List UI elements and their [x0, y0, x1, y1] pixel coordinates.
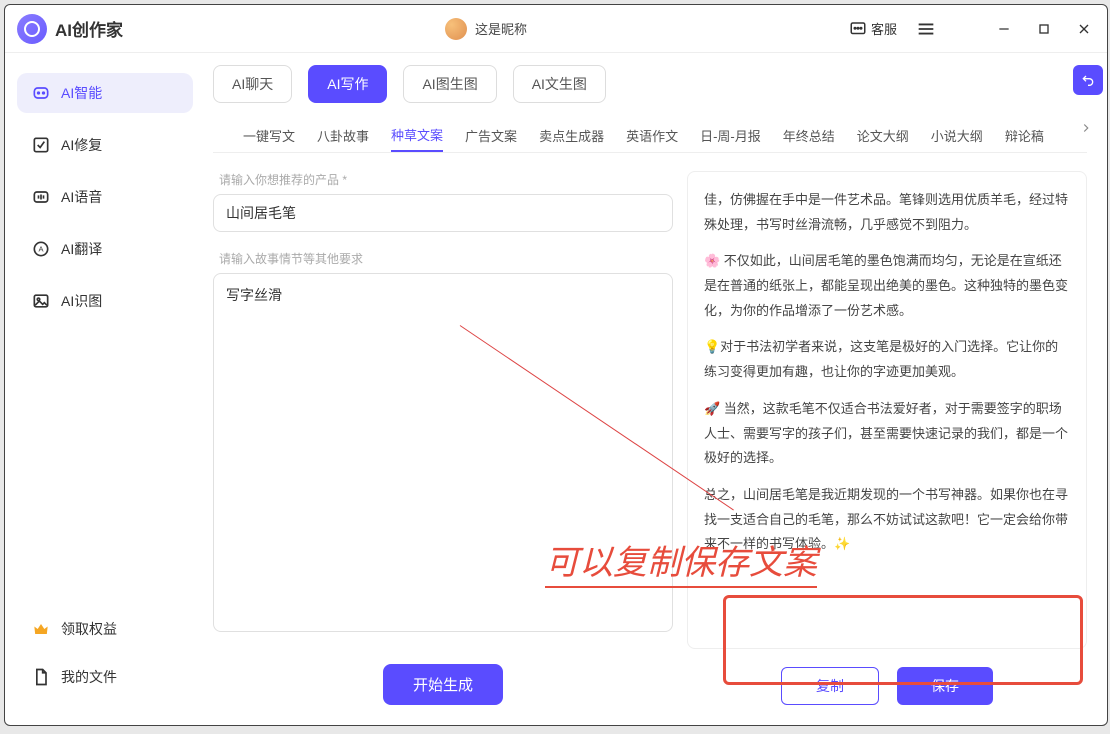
support-button[interactable]: 客服 [849, 19, 897, 38]
subtab-ad[interactable]: 广告文案 [465, 120, 517, 151]
translate-icon: A [31, 239, 51, 259]
output-paragraph: 🌸 不仅如此，山间居毛笔的墨色饱满而均匀，无论是在宣纸还是在普通的纸张上，都能呈… [704, 249, 1070, 323]
sidebar-item-label: 我的文件 [61, 667, 117, 687]
tab-ai-txt2img[interactable]: AI文生图 [513, 65, 606, 103]
sidebar-item-label: 领取权益 [61, 619, 117, 639]
sidebar-item-label: AI语音 [61, 187, 102, 207]
sidebar-item-label: AI智能 [61, 83, 102, 103]
copy-button[interactable]: 复制 [781, 667, 879, 705]
form-pane: 请输入你想推荐的产品 * 请输入故事情节等其他要求 开始生成 [213, 171, 673, 705]
product-label: 请输入你想推荐的产品 * [219, 171, 673, 188]
titlebar: AI创作家 这是昵称 客服 [5, 5, 1107, 53]
generate-button[interactable]: 开始生成 [383, 664, 503, 705]
support-label: 客服 [871, 19, 897, 38]
subtab-novel[interactable]: 小说大纲 [931, 120, 983, 151]
sidebar-item-ai-image-recognition[interactable]: AI识图 [17, 281, 193, 321]
window: AI创作家 这是昵称 客服 [4, 4, 1108, 726]
crown-icon [31, 619, 51, 639]
svg-text:A: A [38, 245, 43, 254]
subtab-selling[interactable]: 卖点生成器 [539, 120, 604, 151]
avatar[interactable] [445, 18, 467, 40]
main-tabs: AI聊天 AI写作 AI图生图 AI文生图 [213, 65, 1087, 103]
subtab-yearend[interactable]: 年终总结 [783, 120, 835, 151]
sidebar-item-label: AI修复 [61, 135, 102, 155]
subtab-thesis[interactable]: 论文大纲 [857, 120, 909, 151]
nickname: 这是昵称 [475, 19, 527, 38]
output-paragraph: 🚀 当然，这款毛笔不仅适合书法爱好者，对于需要签字的职场人士、需要写字的孩子们，… [704, 397, 1070, 471]
details-label: 请输入故事情节等其他要求 [219, 250, 673, 267]
subtab-seeding[interactable]: 种草文案 [391, 119, 443, 152]
file-icon [31, 667, 51, 687]
hamburger-menu[interactable] [915, 18, 937, 40]
tab-ai-chat[interactable]: AI聊天 [213, 65, 292, 103]
history-button[interactable] [1073, 65, 1103, 95]
undo-icon [1080, 72, 1096, 88]
close-button[interactable] [1073, 18, 1095, 40]
sidebar-item-ai-repair[interactable]: AI修复 [17, 125, 193, 165]
subtab-scroll-right[interactable] [1079, 121, 1093, 138]
sidebar-item-my-files[interactable]: 我的文件 [17, 657, 193, 697]
sidebar: AI智能 AI修复 AI语音 A AI翻译 [5, 53, 205, 725]
sidebar-item-label: AI识图 [61, 291, 102, 311]
subtab-english[interactable]: 英语作文 [626, 120, 678, 151]
maximize-button[interactable] [1033, 18, 1055, 40]
sidebar-item-benefits[interactable]: 领取权益 [17, 609, 193, 649]
sidebar-item-ai-translate[interactable]: A AI翻译 [17, 229, 193, 269]
repair-icon [31, 135, 51, 155]
tab-ai-img2img[interactable]: AI图生图 [403, 65, 496, 103]
output-pane: 佳，仿佛握在手中是一件艺术品。笔锋则选用优质羊毛，经过特殊处理，书写时丝滑流畅，… [687, 171, 1087, 705]
minimize-button[interactable] [993, 18, 1015, 40]
output-paragraph: 💡对于书法初学者来说，这支笔是极好的入门选择。它让你的练习变得更加有趣，也让你的… [704, 335, 1070, 384]
sub-tabs: 一键写文 八卦故事 种草文案 广告文案 卖点生成器 英语作文 日-周-月报 年终… [213, 113, 1087, 153]
subtab-report[interactable]: 日-周-月报 [700, 120, 761, 151]
subtab-onekey[interactable]: 一键写文 [243, 120, 295, 151]
output-paragraph: 佳，仿佛握在手中是一件艺术品。笔锋则选用优质羊毛，经过特殊处理，书写时丝滑流畅，… [704, 188, 1070, 237]
tab-ai-write[interactable]: AI写作 [308, 65, 387, 103]
sidebar-item-label: AI翻译 [61, 239, 102, 259]
app-title: AI创作家 [55, 16, 123, 41]
sidebar-item-ai-voice[interactable]: AI语音 [17, 177, 193, 217]
subtab-gossip[interactable]: 八卦故事 [317, 120, 369, 151]
sidebar-item-ai-smart[interactable]: AI智能 [17, 73, 193, 113]
subtab-debate[interactable]: 辩论稿 [1005, 120, 1044, 151]
product-input[interactable] [213, 194, 673, 232]
output-text[interactable]: 佳，仿佛握在手中是一件艺术品。笔锋则选用优质羊毛，经过特殊处理，书写时丝滑流畅，… [687, 171, 1087, 649]
sparkle-icon [31, 83, 51, 103]
save-button[interactable]: 保存 [897, 667, 993, 705]
chat-icon [849, 20, 867, 38]
output-paragraph: 总之，山间居毛笔是我近期发现的一个书写神器。如果你也在寻找一支适合自己的毛笔，那… [704, 483, 1070, 557]
main: AI聊天 AI写作 AI图生图 AI文生图 一键写文 八卦故事 种草文案 广告文… [205, 53, 1107, 725]
voice-icon [31, 187, 51, 207]
app-logo [17, 14, 47, 44]
details-textarea[interactable] [213, 273, 673, 632]
image-icon [31, 291, 51, 311]
